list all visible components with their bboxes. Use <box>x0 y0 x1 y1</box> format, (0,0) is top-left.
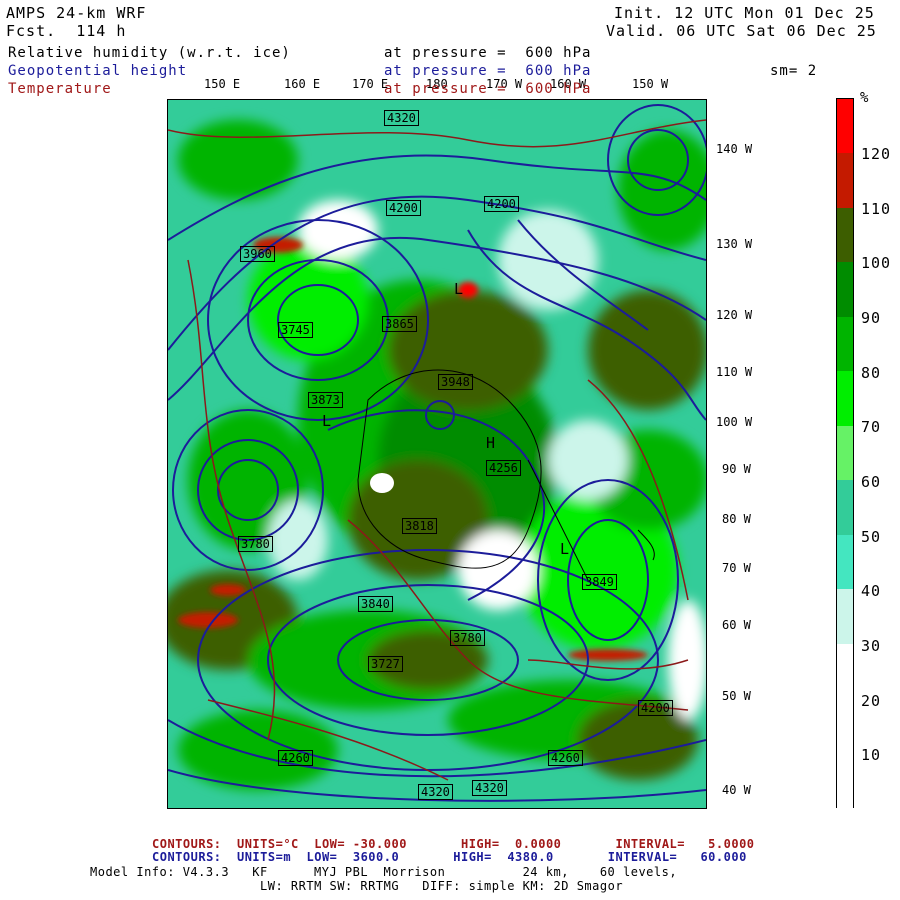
data-void <box>370 473 394 493</box>
valid-time: Valid. 06 UTC Sat 06 Dec 25 <box>606 22 877 40</box>
lon-label: 90 W <box>722 462 751 476</box>
high-center: H <box>486 434 497 452</box>
height-label: 3818 <box>402 518 437 534</box>
colorbar-label: 60 <box>861 473 882 491</box>
height-label: 4200 <box>484 196 519 212</box>
height-label: 3948 <box>438 374 473 390</box>
colorbar-segment <box>837 589 853 645</box>
map-field <box>168 100 706 808</box>
lon-label: 150 E <box>204 77 241 91</box>
lon-label: 100 W <box>716 415 753 429</box>
forecast-hour: Fcst. 114 h <box>6 22 127 40</box>
lon-label: 70 W <box>722 561 751 575</box>
colorbar-segment <box>837 480 853 536</box>
height-label: 4320 <box>418 784 453 800</box>
height-label: 3873 <box>308 392 343 408</box>
lon-label: 60 W <box>722 618 751 632</box>
lon-label: 50 W <box>722 689 751 703</box>
colorbar-segment <box>837 425 853 481</box>
lon-label: 110 W <box>716 365 753 379</box>
height-label: 4260 <box>278 750 313 766</box>
smoothing-label: sm= 2 <box>770 63 818 79</box>
colorbar-label: 120 <box>861 145 892 163</box>
init-time: Init. 12 UTC Mon 01 Dec 25 <box>614 4 875 22</box>
height-label: 4200 <box>638 700 673 716</box>
colorbar-segment <box>837 262 853 318</box>
height-label: 3780 <box>238 536 273 552</box>
height-label: 3865 <box>382 316 417 332</box>
height-label: 4320 <box>472 780 507 796</box>
colorbar-segment <box>837 698 853 754</box>
low-center: L <box>322 412 333 430</box>
field-rh-name: Relative humidity (w.r.t. ice) <box>8 45 291 61</box>
colorbar-label: 40 <box>861 582 882 600</box>
colorbar-segment <box>837 752 853 808</box>
height-label: 3840 <box>358 596 393 612</box>
colorbar-label: 10 <box>861 746 882 764</box>
colorbar-label: 100 <box>861 254 892 272</box>
colorbar-label: 80 <box>861 364 882 382</box>
colorbar-label: 30 <box>861 637 882 655</box>
colorbar-unit: % <box>860 90 869 106</box>
field-height-name: Geopotential height <box>8 63 188 79</box>
height-label: 3745 <box>278 322 313 338</box>
colorbar-label: 70 <box>861 418 882 436</box>
lon-label: 170 E <box>352 77 389 91</box>
field-temp-name: Temperature <box>8 81 112 97</box>
colorbar-segment <box>837 643 853 699</box>
colorbar-segment <box>837 316 853 372</box>
map-panel: 4320 4200 4200 3960 3745 3865 3948 3873 … <box>167 99 707 809</box>
field-rh-pressure: at pressure = 600 hPa <box>384 45 592 61</box>
colorbar-label: 50 <box>861 528 882 546</box>
colorbar <box>836 98 854 808</box>
lon-label: 120 W <box>716 308 753 322</box>
colorbar-segment <box>837 99 853 154</box>
colorbar-segment <box>837 534 853 590</box>
field-temp-pressure: at pressure = 600 hPa <box>384 81 592 97</box>
colorbar-segment <box>837 153 853 209</box>
model-title: AMPS 24-km WRF <box>6 4 147 22</box>
height-label: 3849 <box>582 574 617 590</box>
height-label: 3960 <box>240 246 275 262</box>
height-label: 3727 <box>368 656 403 672</box>
colorbar-label: 110 <box>861 200 892 218</box>
height-label: 3780 <box>450 630 485 646</box>
colorbar-segment <box>837 207 853 263</box>
colorbar-segment <box>837 371 853 427</box>
low-center: L <box>560 540 571 558</box>
height-label: 4320 <box>384 110 419 126</box>
model-info: Model Info: V4.3.3 KF MYJ PBL Morrison 2… <box>90 865 678 879</box>
colorbar-label: 90 <box>861 309 882 327</box>
low-center: L <box>454 280 465 298</box>
height-label: 4256 <box>486 460 521 476</box>
height-contour-info: CONTOURS: UNITS=m LOW= 3600.0 HIGH= 4380… <box>152 850 747 864</box>
lon-label: 130 W <box>716 237 753 251</box>
lon-label: 80 W <box>722 512 751 526</box>
model-info-physics: LW: RRTM SW: RRTMG DIFF: simple KM: 2D S… <box>260 879 624 893</box>
colorbar-label: 20 <box>861 692 882 710</box>
height-label: 4200 <box>386 200 421 216</box>
height-label: 4260 <box>548 750 583 766</box>
lon-label: 40 W <box>722 783 751 797</box>
lon-label: 160 E <box>284 77 321 91</box>
lon-label: 140 W <box>716 142 753 156</box>
lon-label: 150 W <box>632 77 669 91</box>
